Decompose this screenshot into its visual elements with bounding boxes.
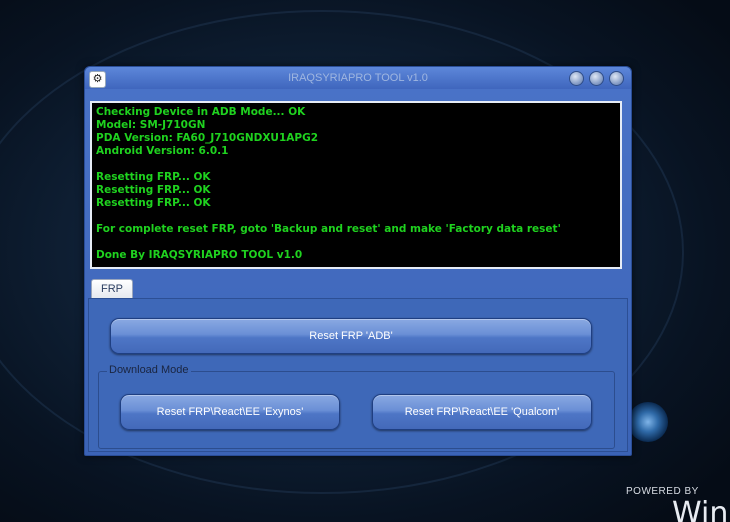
help-button[interactable] [569, 71, 584, 86]
tab-frp[interactable]: FRP [91, 279, 133, 298]
desktop-orb [628, 402, 668, 442]
download-mode-group: Download Mode Reset FRP\React\EE 'Exynos… [98, 364, 615, 449]
windows-watermark: Win [672, 496, 729, 522]
window-title: IRAQSYRIAPRO TOOL v1.0 [288, 72, 428, 84]
log-line: For complete reset FRP, goto 'Backup and… [96, 223, 561, 235]
close-button[interactable] [609, 71, 624, 86]
log-line: Resetting FRP... OK [96, 184, 211, 196]
log-console[interactable]: Checking Device in ADB Mode... OK Model:… [90, 101, 622, 269]
log-line: Android Version: 6.0.1 [96, 145, 229, 157]
log-line: Checking Device in ADB Mode... OK [96, 106, 306, 118]
log-line: Done By IRAQSYRIAPRO TOOL v1.0 [96, 249, 303, 261]
title-bar[interactable]: ⚙ IRAQSYRIAPRO TOOL v1.0 [85, 67, 631, 89]
log-line: Model: SM-J710GN [96, 119, 206, 131]
log-line: PDA Version: FA60_J710GNDXU1APG2 [96, 132, 319, 144]
reset-frp-exynos-button[interactable]: Reset FRP\React\EE 'Exynos' [120, 394, 340, 430]
download-mode-label: Download Mode [107, 364, 191, 376]
log-line: Resetting FRP... OK [96, 197, 211, 209]
reset-frp-qualcom-button[interactable]: Reset FRP\React\EE 'Qualcom' [372, 394, 592, 430]
reset-frp-adb-button[interactable]: Reset FRP 'ADB' [110, 318, 592, 354]
app-window: ⚙ IRAQSYRIAPRO TOOL v1.0 Checking Device… [84, 66, 632, 456]
desktop-background: POWERED BY Win ⚙ IRAQSYRIAPRO TOOL v1.0 … [0, 0, 730, 522]
log-line: Resetting FRP... OK [96, 171, 211, 183]
frp-panel: Reset FRP 'ADB' Download Mode Reset FRP\… [88, 298, 628, 452]
minimize-button[interactable] [589, 71, 604, 86]
